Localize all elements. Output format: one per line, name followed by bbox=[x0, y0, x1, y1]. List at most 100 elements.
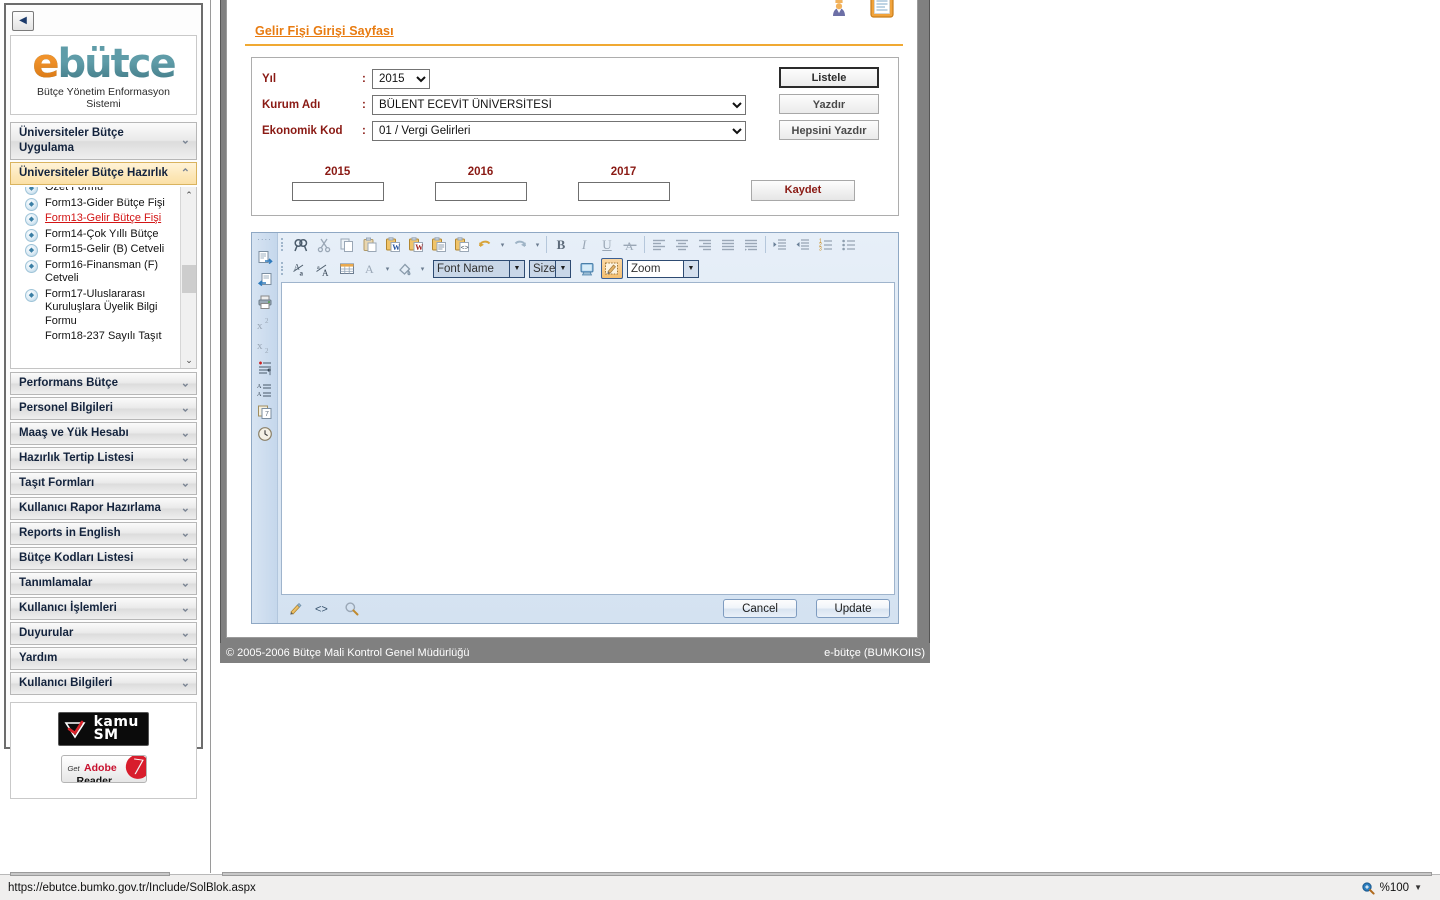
tree-item-ozet-formu[interactable]: ◆ Özet Formu bbox=[11, 187, 187, 196]
paste-word-icon[interactable]: W bbox=[382, 234, 404, 255]
increase-font-icon[interactable]: a A bbox=[313, 258, 335, 279]
user-help-icon[interactable]: ? bbox=[825, 0, 859, 20]
tree-item-form18[interactable]: ◆ Form18-237 Sayılı Taşıt bbox=[11, 329, 187, 345]
adobe-reader-badge[interactable]: Get Adobe Reader ➐ bbox=[60, 755, 147, 783]
sidebar-item-butce-kodlari-listesi[interactable]: Bütçe Kodları Listesi ⌄ bbox=[10, 547, 197, 570]
export-document-icon[interactable] bbox=[254, 248, 276, 269]
tree-item-form14[interactable]: ◆ Form14-Çok Yıllı Bütçe bbox=[11, 227, 187, 243]
align-center-icon[interactable] bbox=[671, 234, 693, 255]
font-size-select[interactable]: Size ▼ bbox=[529, 259, 571, 278]
scroll-down-icon[interactable]: ⌄ bbox=[181, 352, 196, 368]
paste-word-clean-icon[interactable]: W bbox=[405, 234, 427, 255]
highlight-color-icon[interactable] bbox=[394, 258, 416, 279]
underline-icon[interactable]: U bbox=[596, 234, 618, 255]
decrease-font-icon[interactable]: A a bbox=[290, 258, 312, 279]
economic-code-select[interactable]: 01 / Vergi Gelirleri bbox=[372, 121, 746, 141]
accordion-hazirlik[interactable]: Üniversiteler Bütçe Hazırlık ⌃ bbox=[10, 162, 197, 185]
sidebar-item-hazirlik-tertip-listesi[interactable]: Hazırlık Tertip Listesi ⌄ bbox=[10, 447, 197, 470]
design-mode-icon[interactable] bbox=[601, 258, 623, 279]
superscript-icon[interactable]: x 2 bbox=[254, 314, 276, 335]
indent-increase-icon[interactable] bbox=[769, 234, 791, 255]
align-right-icon[interactable] bbox=[694, 234, 716, 255]
institution-select[interactable]: BÜLENT ECEVİT ÜNİVERSİTESİ bbox=[372, 95, 746, 115]
paragraph-insert-icon[interactable]: ¶ bbox=[254, 358, 276, 379]
align-justify-icon[interactable] bbox=[717, 234, 739, 255]
find-icon[interactable] bbox=[290, 234, 312, 255]
clipboard-icon[interactable] bbox=[865, 0, 899, 20]
hepsini-yazdir-button[interactable]: Hepsini Yazdır bbox=[779, 120, 879, 140]
toolbar-grip-icon[interactable] bbox=[281, 236, 286, 253]
sidebar-item-yardim[interactable]: Yardım ⌄ bbox=[10, 647, 197, 670]
year-amount-input-2015[interactable] bbox=[291, 181, 384, 201]
redo-dropdown-icon[interactable]: ▾ bbox=[532, 234, 543, 255]
sidebar-item-tasit-formlari[interactable]: Taşıt Formları ⌄ bbox=[10, 472, 197, 495]
year-amount-input-2017[interactable] bbox=[577, 181, 670, 201]
undo-icon[interactable] bbox=[474, 234, 496, 255]
indent-decrease-icon[interactable] bbox=[792, 234, 814, 255]
chevron-down-icon[interactable]: ▼ bbox=[1414, 883, 1422, 892]
paste-icon[interactable] bbox=[359, 234, 381, 255]
font-color-icon[interactable]: A bbox=[359, 258, 381, 279]
paste-text-icon[interactable] bbox=[428, 234, 450, 255]
html-source-icon[interactable]: <> bbox=[315, 601, 332, 616]
paste-html-icon[interactable]: <> bbox=[451, 234, 473, 255]
sidebar-item-reports-in-english[interactable]: Reports in English ⌄ bbox=[10, 522, 197, 545]
font-name-select[interactable]: Font Name ▼ bbox=[433, 259, 525, 278]
font-color-dropdown-icon[interactable]: ▾ bbox=[382, 258, 393, 279]
scroll-up-icon[interactable]: ⌃ bbox=[181, 187, 196, 203]
tree-item-form15[interactable]: ◆ Form15-Gelir (B) Cetveli bbox=[11, 242, 187, 258]
zoom-control[interactable]: %100 ▼ bbox=[1361, 881, 1440, 895]
sidebar-collapse-button[interactable]: ◀ bbox=[12, 11, 34, 31]
clock-icon[interactable] bbox=[254, 424, 276, 445]
kaydet-button[interactable]: Kaydet bbox=[751, 179, 855, 201]
editor-update-button[interactable]: Update bbox=[816, 599, 890, 618]
preview-magnifier-icon[interactable] bbox=[344, 601, 359, 616]
pencil-design-icon[interactable] bbox=[288, 601, 303, 616]
tree-item-form13-gelir[interactable]: ◆ Form13-Gelir Bütçe Fişi bbox=[11, 211, 187, 227]
print-icon[interactable] bbox=[254, 292, 276, 313]
sidebar-item-personel-bilgileri[interactable]: Personel Bilgileri ⌄ bbox=[10, 397, 197, 420]
toolbar-grip-icon[interactable] bbox=[281, 260, 286, 277]
editor-cancel-button[interactable]: Cancel bbox=[723, 599, 797, 618]
line-spacing-icon[interactable]: A A bbox=[254, 380, 276, 401]
sidebar-item-duyurular[interactable]: Duyurular ⌄ bbox=[10, 622, 197, 645]
screen-preview-icon[interactable] bbox=[576, 258, 598, 279]
bold-icon[interactable]: B bbox=[550, 234, 572, 255]
italic-icon[interactable]: I bbox=[573, 234, 595, 255]
sidebar-item-maas-yuk-hesabi[interactable]: Maaş ve Yük Hesabı ⌄ bbox=[10, 422, 197, 445]
cut-icon[interactable] bbox=[313, 234, 335, 255]
bold-glyph: B bbox=[556, 237, 566, 252]
accordion-uygulama[interactable]: Üniversiteler Bütçe Uygulama ⌄ bbox=[10, 122, 197, 160]
zoom-select[interactable]: Zoom ▼ bbox=[627, 259, 699, 278]
sidebar-item-performans-butce[interactable]: Performans Bütçe ⌄ bbox=[10, 372, 197, 395]
yazdir-button[interactable]: Yazdır bbox=[779, 94, 879, 114]
unordered-list-icon[interactable] bbox=[838, 234, 860, 255]
copy-icon[interactable] bbox=[336, 234, 358, 255]
scrollbar-thumb[interactable] bbox=[182, 265, 196, 293]
year-select[interactable]: 2015 bbox=[372, 69, 430, 89]
align-distribute-icon[interactable] bbox=[740, 234, 762, 255]
align-left-icon[interactable] bbox=[648, 234, 670, 255]
tree-item-form13-gider[interactable]: ◆ Form13-Gider Bütçe Fişi bbox=[11, 196, 187, 212]
insert-table-icon[interactable] bbox=[336, 258, 358, 279]
tree-item-form17[interactable]: ◆ Form17-Uluslararası Kuruluşlara Üyelik… bbox=[11, 287, 187, 330]
year-amount-input-2016[interactable] bbox=[434, 181, 527, 201]
sidebar-item-kullanici-rapor-hazirlama[interactable]: Kullanıcı Rapor Hazırlama ⌄ bbox=[10, 497, 197, 520]
strikethrough-icon[interactable]: A bbox=[619, 234, 641, 255]
tree-item-form16[interactable]: ◆ Form16-Finansman (F) Cetveli bbox=[11, 258, 187, 287]
sidebar-item-kullanici-islemleri[interactable]: Kullanıcı İşlemleri ⌄ bbox=[10, 597, 197, 620]
ordered-list-icon[interactable]: 123 bbox=[815, 234, 837, 255]
highlight-color-dropdown-icon[interactable]: ▾ bbox=[417, 258, 428, 279]
undo-dropdown-icon[interactable]: ▾ bbox=[497, 234, 508, 255]
kamu-sm-badge[interactable]: kamu SM bbox=[58, 712, 149, 746]
import-document-icon[interactable] bbox=[254, 270, 276, 291]
page-layout-icon[interactable]: 7 bbox=[254, 402, 276, 423]
sidebar-item-kullanici-bilgileri[interactable]: Kullanıcı Bilgileri ⌄ bbox=[10, 672, 197, 695]
sidebar-item-tanimlamalar[interactable]: Tanımlamalar ⌄ bbox=[10, 572, 197, 595]
editor-content-area[interactable] bbox=[281, 281, 895, 595]
grip-handle-icon[interactable]: ···· bbox=[257, 235, 272, 244]
subscript-icon[interactable]: x 2 bbox=[254, 336, 276, 357]
tree-scrollbar[interactable]: ⌃ ⌄ bbox=[180, 187, 196, 368]
redo-icon[interactable] bbox=[509, 234, 531, 255]
listele-button[interactable]: Listele bbox=[779, 67, 879, 88]
